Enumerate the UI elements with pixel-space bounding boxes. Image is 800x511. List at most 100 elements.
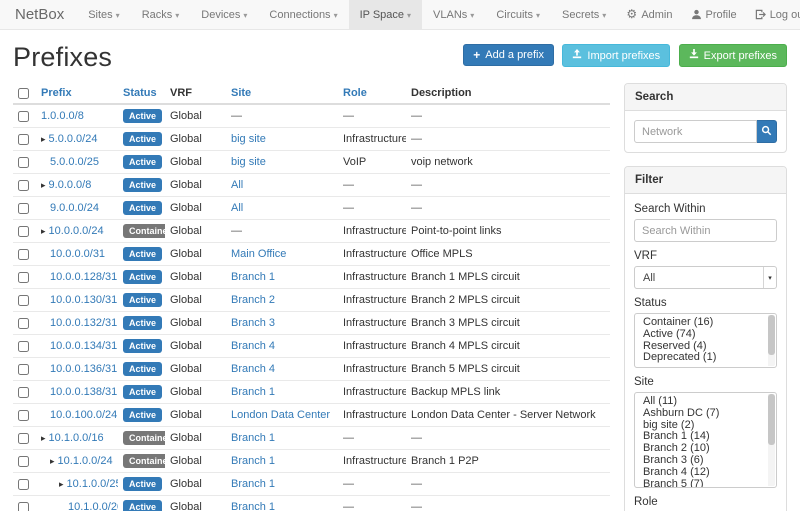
vrf-cell: Global	[165, 473, 226, 496]
row-checkbox[interactable]	[18, 410, 29, 421]
nav-item-sites[interactable]: Sites▾	[77, 0, 130, 29]
listbox-option[interactable]: Branch 5 (7)	[643, 479, 766, 488]
logout-icon	[755, 9, 766, 20]
site-link[interactable]: Branch 2	[231, 294, 275, 306]
scrollbar-thumb[interactable]	[768, 394, 775, 445]
row-checkbox[interactable]	[18, 456, 29, 467]
scrollbar-thumb[interactable]	[768, 315, 775, 355]
site-link[interactable]: London Data Center	[231, 409, 330, 421]
nav-item-profile[interactable]: Profile	[682, 0, 746, 29]
description-cell: —	[406, 104, 610, 128]
sort-link-status[interactable]: Status	[123, 87, 157, 99]
site-link[interactable]: Branch 4	[231, 363, 275, 375]
site-link[interactable]: Branch 1	[231, 271, 275, 283]
site-link[interactable]: Branch 4	[231, 340, 275, 352]
status-cell: Active	[118, 243, 165, 266]
select-all-checkbox[interactable]	[18, 88, 29, 99]
site-link[interactable]: Branch 1	[231, 386, 275, 398]
search-button[interactable]	[757, 120, 778, 143]
nav-item-racks[interactable]: Racks▾	[131, 0, 191, 29]
table-row: ▸10.1.0.0/16ContainerGlobalBranch 1——	[13, 427, 610, 450]
row-checkbox[interactable]	[18, 180, 29, 191]
role-cell: Infrastructure	[338, 243, 406, 266]
site-link[interactable]: All	[231, 179, 243, 191]
site-link[interactable]: Branch 1	[231, 478, 275, 490]
row-checkbox[interactable]	[18, 249, 29, 260]
prefix-link[interactable]: 10.0.0.0/31	[50, 248, 105, 260]
brand[interactable]: NetBox	[0, 0, 77, 29]
prefix-cell: 10.0.0.128/31	[36, 266, 118, 289]
site-link[interactable]: Branch 1	[231, 455, 275, 467]
nav-item-vlans[interactable]: VLANs▾	[422, 0, 485, 29]
sort-link-site[interactable]: Site	[231, 87, 251, 99]
site-link[interactable]: big site	[231, 156, 266, 168]
site-link[interactable]: Branch 1	[231, 432, 275, 444]
prefix-link[interactable]: 9.0.0.0/24	[50, 202, 99, 214]
prefix-link[interactable]: 5.0.0.0/25	[50, 156, 99, 168]
row-checkbox[interactable]	[18, 134, 29, 145]
plus-icon: +	[473, 50, 480, 60]
vrf-cell: Global	[165, 496, 226, 511]
row-checkbox[interactable]	[18, 341, 29, 352]
nav-item-ip-space[interactable]: IP Space▾	[349, 0, 422, 29]
nav-item-connections[interactable]: Connections▾	[258, 0, 348, 29]
prefix-link[interactable]: 5.0.0.0/24	[49, 133, 98, 145]
import-prefixes-button[interactable]: Import prefixes	[562, 44, 670, 67]
site-listbox[interactable]: All (11)Ashburn DC (7)big site (2)Branch…	[634, 392, 777, 488]
listbox-option[interactable]: Ashburn DC (7)	[643, 408, 766, 420]
status-listbox[interactable]: Container (16)Active (74)Reserved (4)Dep…	[634, 313, 777, 368]
listbox-option[interactable]: Active (74)	[643, 329, 766, 341]
listbox-option[interactable]: Branch 4 (12)	[643, 467, 766, 479]
row-checkbox[interactable]	[18, 272, 29, 283]
row-checkbox[interactable]	[18, 111, 29, 122]
row-checkbox[interactable]	[18, 387, 29, 398]
prefix-link[interactable]: 10.1.0.0/25	[67, 478, 118, 490]
row-checkbox[interactable]	[18, 295, 29, 306]
nav-item-admin[interactable]: ⚙Admin	[617, 0, 681, 29]
listbox-option[interactable]: Branch 3 (6)	[643, 455, 766, 467]
prefix-link[interactable]: 9.0.0.0/8	[49, 179, 92, 191]
row-checkbox[interactable]	[18, 203, 29, 214]
row-checkbox[interactable]	[18, 433, 29, 444]
prefix-link[interactable]: 1.0.0.0/8	[41, 110, 84, 122]
listbox-option[interactable]: Deprecated (1)	[643, 352, 766, 364]
nav-item-log-out[interactable]: Log out	[746, 0, 800, 29]
prefix-link[interactable]: 10.0.0.132/31	[50, 317, 117, 329]
nav-item-circuits[interactable]: Circuits▾	[485, 0, 551, 29]
prefix-link[interactable]: 10.0.0.0/24	[49, 225, 104, 237]
prefix-link[interactable]: 10.1.0.0/24	[58, 455, 113, 467]
status-badge: Container	[123, 224, 165, 238]
site-link[interactable]: big site	[231, 133, 266, 145]
prefix-link[interactable]: 10.0.100.0/24	[50, 409, 117, 421]
prefix-link[interactable]: 10.0.0.134/31	[50, 340, 117, 352]
site-link[interactable]: Main Office	[231, 248, 286, 260]
prefix-link[interactable]: 10.1.0.0/26	[68, 501, 118, 511]
prefix-link[interactable]: 10.1.0.0/16	[49, 432, 104, 444]
description-cell: —	[406, 197, 610, 220]
vrf-select[interactable]: All ▾	[634, 266, 777, 289]
export-prefixes-button[interactable]: Export prefixes	[679, 44, 787, 67]
row-checkbox[interactable]	[18, 502, 29, 511]
nav-item-secrets[interactable]: Secrets▾	[551, 0, 617, 29]
search-input[interactable]	[634, 120, 757, 143]
site-link[interactable]: Branch 1	[231, 501, 275, 511]
sort-link-role[interactable]: Role	[343, 87, 367, 99]
prefix-link[interactable]: 10.0.0.130/31	[50, 294, 117, 306]
prefix-link[interactable]: 10.0.0.128/31	[50, 271, 117, 283]
add-prefix-button[interactable]: + Add a prefix	[463, 44, 554, 66]
prefix-link[interactable]: 10.0.0.136/31	[50, 363, 117, 375]
row-checkbox-cell	[13, 450, 36, 473]
nav-item-devices[interactable]: Devices▾	[190, 0, 258, 29]
export-icon	[689, 49, 699, 62]
site-link[interactable]: Branch 3	[231, 317, 275, 329]
row-checkbox[interactable]	[18, 479, 29, 490]
sort-link-prefix[interactable]: Prefix	[41, 87, 72, 99]
site-link[interactable]: All	[231, 202, 243, 214]
row-checkbox[interactable]	[18, 226, 29, 237]
row-checkbox[interactable]	[18, 364, 29, 375]
row-checkbox[interactable]	[18, 157, 29, 168]
prefix-link[interactable]: 10.0.0.138/31	[50, 386, 117, 398]
row-checkbox[interactable]	[18, 318, 29, 329]
search-within-input[interactable]	[634, 219, 777, 242]
row-checkbox-cell	[13, 266, 36, 289]
